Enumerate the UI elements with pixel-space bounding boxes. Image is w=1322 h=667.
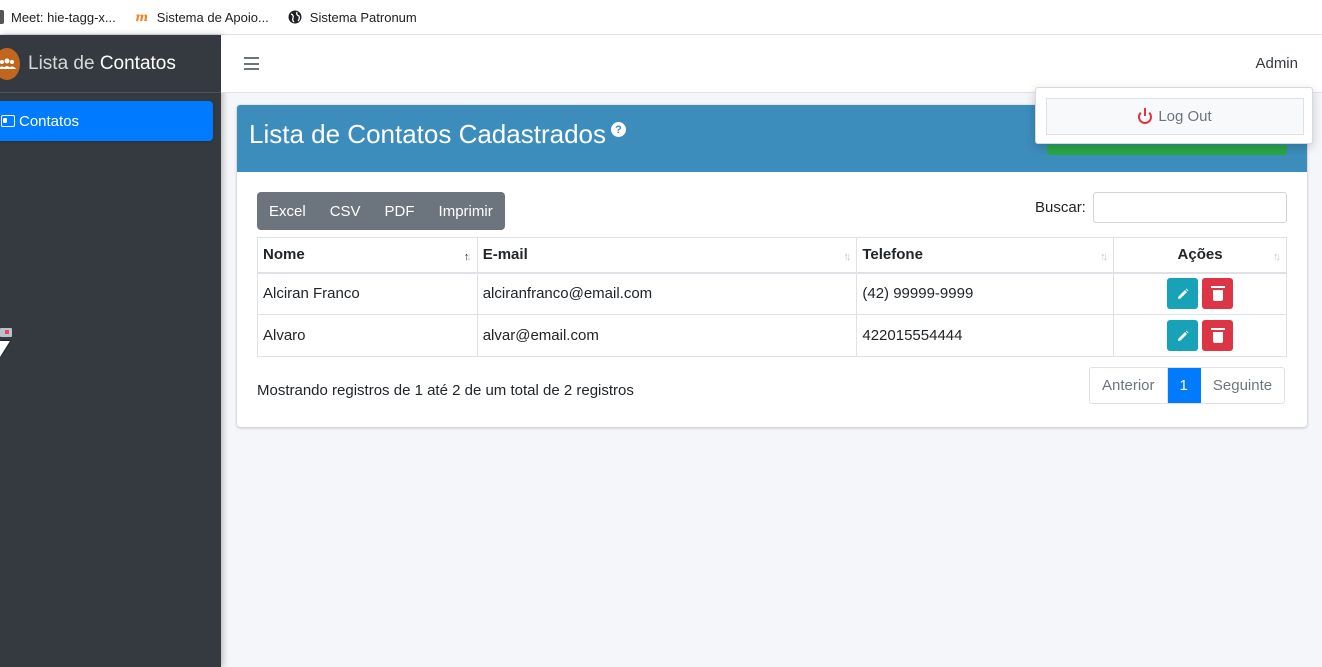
search-input[interactable]: [1093, 192, 1287, 223]
cell-acoes: [1113, 272, 1287, 315]
column-header-email[interactable]: E-mail ↑↓: [476, 237, 858, 274]
menu-toggle-icon[interactable]: [244, 57, 259, 70]
pagination-previous[interactable]: Anterior: [1090, 368, 1168, 403]
pagination: Anterior 1 Seguinte: [1089, 367, 1286, 404]
bookmark-label: Sistema de Apoio...: [156, 9, 269, 25]
add-contact-button[interactable]: [1047, 145, 1287, 155]
pencil-icon: [1177, 288, 1189, 299]
cell-email: alciranfranco@email.com: [476, 272, 858, 315]
moodle-icon: m: [135, 10, 149, 24]
sidebar-item-label: Contatos: [19, 112, 80, 130]
brand-title: Lista de Contatos: [28, 52, 176, 74]
trash-icon: [1210, 327, 1225, 343]
trash-icon: [1210, 285, 1225, 301]
user-dropdown: Log Out: [1035, 87, 1313, 144]
edit-button[interactable]: [1167, 278, 1199, 310]
sort-icon: ↑↓: [1273, 251, 1281, 263]
top-navbar: Admin: [221, 35, 1322, 93]
cell-nome: Alvaro: [257, 314, 478, 357]
brand[interactable]: Lista de Contatos: [0, 35, 221, 93]
cell-nome: Alciran Franco: [257, 272, 478, 315]
export-excel-button[interactable]: Excel: [257, 192, 318, 230]
bookmarks-bar: Meet: hie-tagg-x... m Sistema de Apoio..…: [0, 0, 1322, 35]
bookmark-meet[interactable]: Meet: hie-tagg-x...: [0, 10, 116, 25]
table-row: Alciran Franco alciranfranco@email.com (…: [257, 272, 1287, 315]
sort-icon: ↑↓: [1100, 251, 1108, 263]
user-menu[interactable]: Admin: [1255, 55, 1298, 72]
column-header-telefone[interactable]: Telefone ↑↓: [856, 237, 1115, 274]
bookmark-sistema-apoio[interactable]: m Sistema de Apoio...: [134, 9, 269, 25]
sidebar: Lista de Contatos Contatos: [0, 35, 221, 667]
search-label: Buscar:: [1035, 199, 1086, 216]
bookmark-label: Meet: hie-tagg-x...: [11, 9, 116, 25]
delete-button[interactable]: [1202, 320, 1234, 351]
sort-asc-icon: ↑↓: [463, 251, 472, 263]
edit-button[interactable]: [1167, 320, 1199, 351]
cell-acoes: [1113, 314, 1287, 357]
cell-email: alvar@email.com: [476, 314, 858, 357]
export-csv-button[interactable]: CSV: [318, 192, 373, 230]
table-info: Mostrando registros de 1 até 2 de um tot…: [257, 382, 634, 399]
export-button-group: Excel CSV PDF Imprimir: [257, 192, 505, 230]
address-card-icon: [1, 115, 15, 127]
delete-button[interactable]: [1202, 278, 1234, 310]
cell-telefone: 422015554444: [856, 314, 1115, 357]
column-header-acoes[interactable]: Ações ↑↓: [1113, 237, 1287, 274]
pencil-icon: [1177, 330, 1189, 341]
cell-telefone: (42) 99999-9999: [856, 272, 1115, 315]
contacts-table: Nome ↑↓ E-mail ↑↓ Telefone ↑↓ Ações ↑↓ Alcir…: [257, 237, 1287, 357]
mouse-cursor-icon: [0, 341, 10, 357]
power-icon: [1138, 107, 1153, 124]
bookmark-sistema-patronum[interactable]: Sistema Patronum: [287, 9, 417, 25]
question-circle-icon[interactable]: ?: [611, 122, 626, 137]
pagination-page-1[interactable]: 1: [1167, 368, 1201, 403]
column-header-nome[interactable]: Nome ↑↓: [257, 237, 478, 274]
logout-button[interactable]: Log Out: [1046, 98, 1304, 135]
pagination-next[interactable]: Seguinte: [1201, 368, 1284, 403]
print-button[interactable]: Imprimir: [427, 192, 505, 230]
sort-icon: ↑↓: [843, 251, 851, 263]
table-row: Alvaro alvar@email.com 422015554444: [257, 314, 1287, 357]
users-logo-icon: [0, 47, 20, 80]
meet-icon: [0, 10, 4, 24]
sidebar-item-contatos[interactable]: Contatos: [0, 101, 213, 141]
logout-label: Log Out: [1158, 108, 1212, 125]
page-title: Lista de Contatos Cadastrados: [249, 119, 606, 149]
bookmark-label: Sistema Patronum: [309, 9, 417, 25]
tray-app-icon[interactable]: [0, 328, 12, 337]
globe-icon: [287, 9, 303, 25]
contacts-card: Lista de Contatos Cadastrados ? Excel CS…: [237, 105, 1307, 427]
export-pdf-button[interactable]: PDF: [373, 192, 427, 230]
